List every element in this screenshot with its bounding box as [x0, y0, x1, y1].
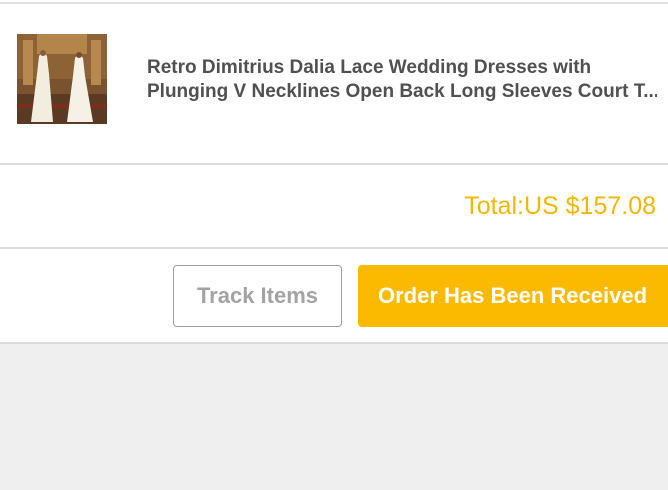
product-title-line-2: Plunging V Necklines Open Back Long Slee… [147, 81, 657, 102]
product-thumbnail[interactable] [17, 34, 107, 124]
order-total: Total:US $157.08 [464, 192, 656, 220]
bottom-divider [0, 342, 668, 344]
total-row: Total:US $157.08 [0, 165, 668, 247]
order-received-button[interactable]: Order Has Been Received [358, 265, 668, 327]
track-items-button[interactable]: Track Items [173, 265, 342, 327]
divider-2 [0, 247, 668, 249]
product-row[interactable]: Retro Dimitrius Dalia Lace Wedding Dress… [0, 4, 668, 163]
product-title[interactable]: Retro Dimitrius Dalia Lace Wedding Dress… [147, 56, 657, 104]
order-card: Retro Dimitrius Dalia Lace Wedding Dress… [0, 0, 668, 344]
product-title-line-1: Retro Dimitrius Dalia Lace Wedding Dress… [147, 57, 592, 78]
